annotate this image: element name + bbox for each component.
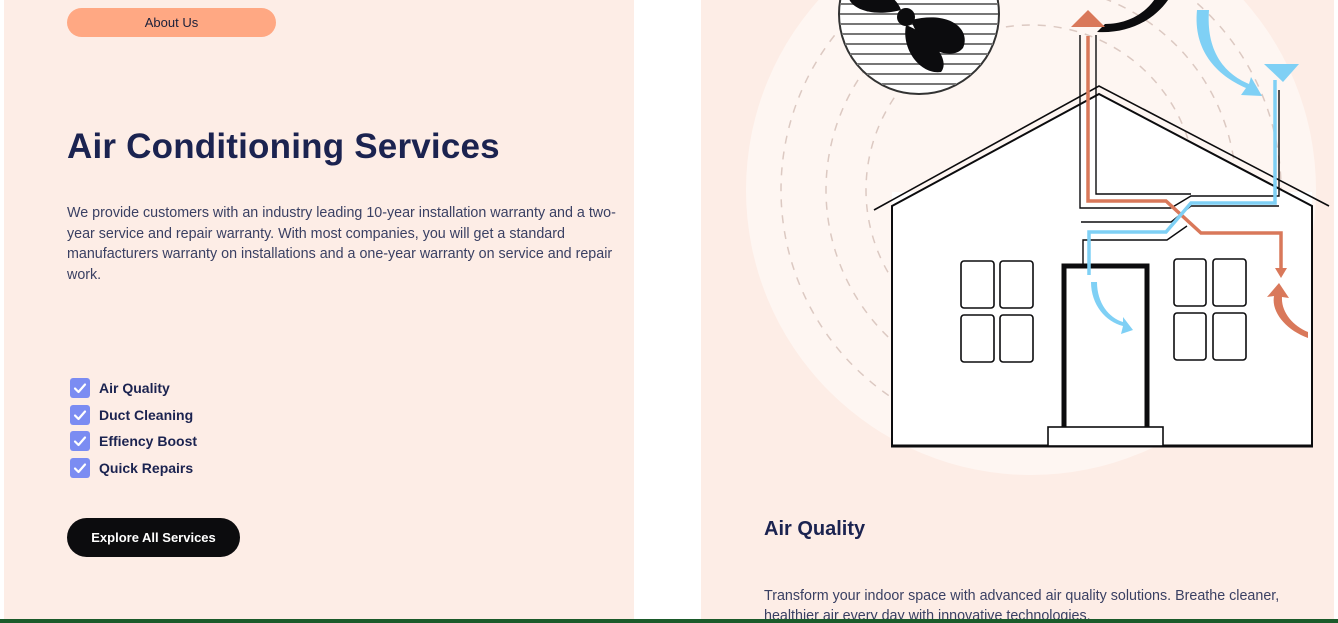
checkbox-checked-icon (70, 404, 90, 425)
hvac-house-illustration (746, 0, 1330, 475)
checkbox-checked-icon (70, 378, 90, 398)
feature-item: Air Quality (70, 378, 197, 398)
feature-label: Duct Cleaning (99, 406, 194, 423)
feature-item: Quick Repairs (70, 457, 197, 478)
feature-label: Quick Repairs (99, 459, 194, 476)
checkbox-checked-icon (70, 431, 90, 451)
feature-detail-description: Transform your indoor space with advance… (764, 588, 1280, 619)
feature-detail-title: Air Quality (764, 518, 866, 540)
feature-label: Effiency Boost (99, 433, 198, 449)
checkbox-checked-icon (70, 457, 90, 478)
feature-detail-panel: Air Quality Transform your indoor space … (701, 0, 1334, 619)
feature-list: Air Quality Duct Cleaning Effiency Boost… (70, 378, 197, 484)
feature-item: Effiency Boost (70, 431, 197, 451)
feature-item: Duct Cleaning (70, 404, 197, 425)
bottom-border (0, 619, 1338, 623)
explore-all-services-button[interactable]: Explore All Services (67, 518, 240, 557)
page-title: Air Conditioning Services (67, 127, 500, 166)
feature-label: Air Quality (99, 380, 170, 396)
services-description: We provide customers with an industry le… (67, 205, 616, 283)
about-us-button[interactable]: About Us (67, 8, 276, 37)
house-door (1047, 263, 1164, 447)
